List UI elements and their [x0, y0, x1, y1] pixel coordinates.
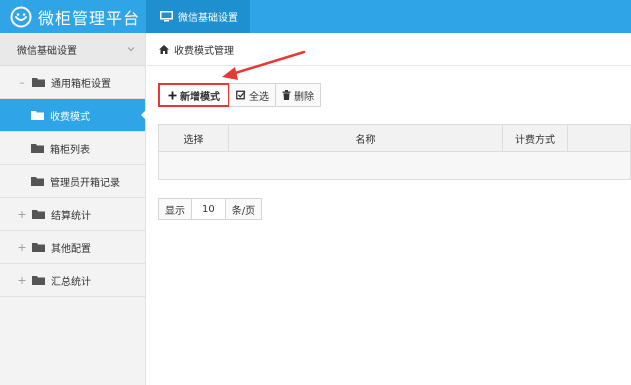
table-body: [158, 152, 631, 180]
collapse-icon[interactable]: –: [17, 76, 27, 89]
sidebar-item-label: 箱柜列表: [50, 144, 90, 156]
add-mode-button[interactable]: 新增模式: [158, 83, 230, 107]
plus-icon: [168, 91, 177, 99]
sidebar-item-label: 结算统计: [51, 210, 91, 222]
sidebar: 微信基础设置 – 通用箱柜设置 收费模式 箱柜列表 管理员开箱记录 + 结算统计…: [0, 33, 146, 385]
sidebar-item-charge-mode[interactable]: 收费模式: [0, 99, 146, 132]
sidebar-item-general-cabinet-settings[interactable]: – 通用箱柜设置: [0, 66, 145, 99]
tab-label: 微信基础设置: [178, 13, 238, 24]
folder-icon: [31, 144, 44, 153]
breadcrumb-label: 收费模式管理: [174, 45, 234, 57]
checkbox-icon: [236, 90, 246, 100]
select-all-label: 全选: [249, 91, 269, 103]
sidebar-item-cabinet-list[interactable]: 箱柜列表: [0, 132, 145, 165]
folder-icon: [32, 243, 45, 252]
sidebar-item-label: 管理员开箱记录: [50, 177, 120, 189]
column-header-select[interactable]: 选择: [159, 125, 229, 151]
column-header-billing-method[interactable]: 计费方式: [503, 125, 568, 151]
sidebar-item-settlement-stats[interactable]: + 结算统计: [0, 198, 145, 231]
logo-icon: [10, 6, 32, 27]
delete-label: 删除: [294, 91, 314, 103]
column-header-name[interactable]: 名称: [229, 125, 503, 151]
folder-icon: [31, 177, 44, 186]
sidebar-item-label: 收费模式: [50, 111, 90, 123]
sidebar-item-label: 通用箱柜设置: [51, 78, 111, 90]
expand-icon[interactable]: +: [17, 208, 27, 221]
data-table: 选择 名称 计费方式: [158, 124, 631, 180]
folder-icon: [32, 276, 45, 285]
sidebar-item-other-config[interactable]: + 其他配置: [0, 231, 145, 264]
tab-wechat-settings[interactable]: 微信基础设置: [146, 0, 250, 33]
delete-button[interactable]: 删除: [275, 83, 321, 107]
sidebar-item-label: 汇总统计: [51, 276, 91, 288]
page-size-show-label: 显示: [158, 198, 192, 220]
select-all-button[interactable]: 全选: [229, 83, 276, 107]
toolbar: 新增模式 全选 删除: [158, 83, 321, 107]
sidebar-header-label: 微信基础设置: [17, 45, 77, 57]
main-content: 收费模式管理 新增模式 全选 删除 选择 名称 计费方式 显示 10 条/页: [147, 33, 631, 385]
sidebar-item-admin-open-records[interactable]: 管理员开箱记录: [0, 165, 145, 198]
sidebar-item-summary-stats[interactable]: + 汇总统计: [0, 264, 145, 297]
sidebar-section-header[interactable]: 微信基础设置: [0, 33, 145, 66]
table-header: 选择 名称 计费方式: [158, 124, 631, 152]
chevron-down-icon: [127, 47, 135, 52]
page-size-input[interactable]: 10: [191, 198, 226, 220]
app-title: 微柜管理平台: [38, 8, 141, 28]
add-mode-label: 新增模式: [180, 91, 220, 103]
expand-icon[interactable]: +: [17, 274, 27, 287]
sidebar-item-label: 其他配置: [51, 243, 91, 255]
top-bar: 微柜管理平台 微信基础设置: [0, 0, 631, 33]
breadcrumb: 收费模式管理: [147, 33, 631, 66]
monitor-icon: [160, 11, 173, 22]
folder-icon: [32, 210, 45, 219]
home-icon: [159, 44, 169, 54]
brand[interactable]: 微柜管理平台: [0, 0, 146, 33]
folder-open-icon: [32, 78, 45, 87]
page-size-unit-label: 条/页: [224, 198, 263, 220]
trash-icon: [282, 90, 291, 100]
expand-icon[interactable]: +: [17, 241, 27, 254]
page-size-control: 显示 10 条/页: [158, 198, 263, 220]
folder-icon: [31, 111, 44, 120]
